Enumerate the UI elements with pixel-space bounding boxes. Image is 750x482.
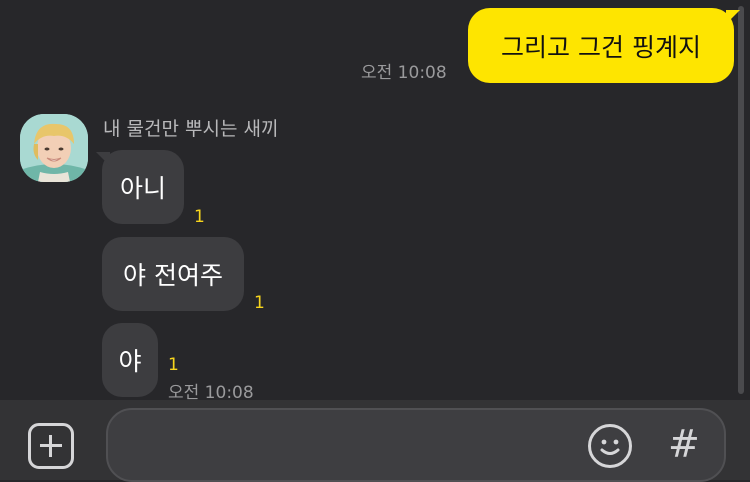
chat-area: 그리고 그건 핑계지 오전 10:08 내 물건만 뿌시는 새끼 아니 1 야 …	[0, 0, 750, 403]
unread-count: 1	[168, 355, 179, 375]
message-input[interactable]	[106, 408, 726, 482]
smiley-icon	[600, 439, 620, 455]
message-text: 야 전여주	[123, 261, 223, 290]
emoji-button[interactable]	[588, 424, 632, 468]
message-timestamp: 오전 10:08	[361, 63, 447, 83]
incoming-message-bubble[interactable]: 야	[102, 323, 158, 397]
profile-photo-icon	[20, 114, 88, 182]
unread-count: 1	[254, 293, 265, 313]
hashtag-button[interactable]: #	[668, 422, 700, 466]
avatar[interactable]	[20, 114, 88, 182]
message-text: 야	[118, 347, 142, 376]
message-text: 그리고 그건 핑계지	[501, 32, 701, 62]
message-text: 아니	[119, 174, 166, 203]
incoming-message-bubble[interactable]: 야 전여주	[102, 237, 244, 311]
sender-name: 내 물건만 뿌시는 새끼	[103, 118, 279, 140]
incoming-message-bubble[interactable]: 아니	[96, 150, 184, 224]
add-attachment-button[interactable]	[28, 423, 74, 469]
unread-count: 1	[194, 207, 205, 227]
outgoing-message-bubble[interactable]: 그리고 그건 핑계지	[468, 8, 740, 83]
scrollbar[interactable]	[738, 6, 744, 394]
